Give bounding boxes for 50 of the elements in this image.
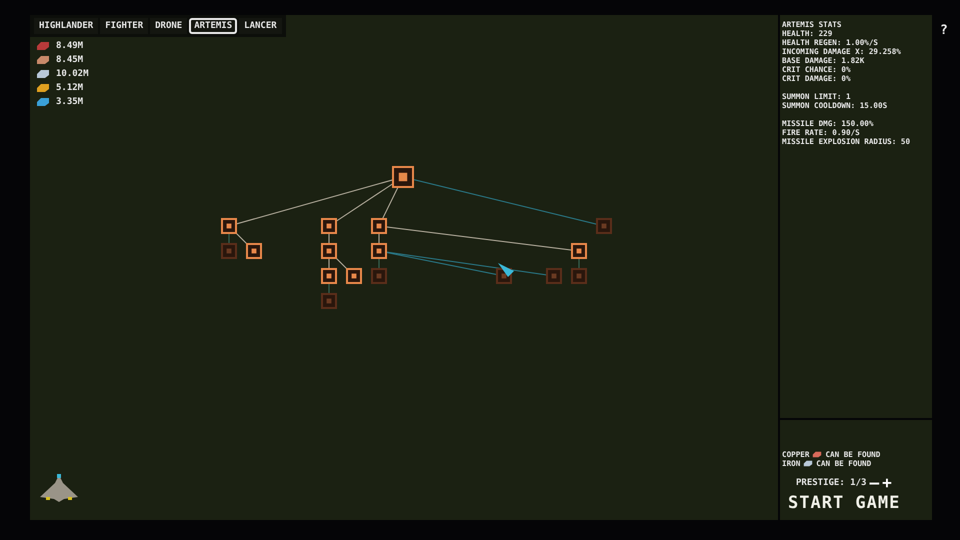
skill-icon	[375, 272, 383, 280]
skill-icon	[600, 222, 608, 230]
resource-amount: 8.45M	[56, 55, 84, 65]
skill-icon	[375, 247, 383, 255]
resource-amount: 5.12M	[56, 83, 84, 93]
skill-node[interactable]	[371, 268, 387, 284]
ship-tab[interactable]: ARTEMIS	[189, 18, 238, 34]
skill-icon	[550, 272, 558, 280]
skill-icon	[325, 297, 333, 305]
start-game-button[interactable]: START GAME	[788, 493, 930, 513]
skill-node[interactable]	[321, 268, 337, 284]
skill-icon	[575, 247, 583, 255]
skill-node[interactable]	[392, 166, 414, 188]
skill-icon	[500, 272, 508, 280]
skill-icon	[325, 247, 333, 255]
decrease-button[interactable]: —	[869, 476, 880, 490]
skill-node[interactable]	[371, 218, 387, 234]
skill-node[interactable]	[596, 218, 612, 234]
increase-button[interactable]: +	[882, 476, 892, 490]
skill-node[interactable]	[321, 243, 337, 259]
skill-icon	[325, 222, 333, 230]
skill-icon	[575, 272, 583, 280]
spaceship-icon	[38, 473, 80, 503]
skill-node[interactable]	[371, 243, 387, 259]
skill-node[interactable]	[321, 218, 337, 234]
prestige-label: PRESTIGE: 1/3	[796, 478, 866, 488]
help-button[interactable]: ?	[940, 23, 948, 540]
skill-node[interactable]	[246, 243, 262, 259]
ship-tab[interactable]: LANCER	[239, 18, 282, 34]
skill-icon	[375, 222, 383, 230]
skill-icon	[396, 170, 410, 184]
skill-icon	[225, 247, 233, 255]
skill-icon	[325, 272, 333, 280]
ship-tab[interactable]: FIGHTER	[100, 18, 148, 34]
ship-tab[interactable]: HIGHLANDER	[34, 18, 98, 34]
cursor-icon	[498, 263, 514, 277]
skill-node[interactable]	[221, 243, 237, 259]
skill-icon	[225, 222, 233, 230]
skill-icon	[350, 272, 358, 280]
resource-amount: 3.35M	[56, 97, 84, 107]
ship-tab[interactable]: DRONE	[150, 18, 188, 34]
skill-node[interactable]	[571, 243, 587, 259]
resource-amount: 10.02M	[56, 69, 89, 79]
skill-node[interactable]	[571, 268, 587, 284]
skill-node[interactable]	[321, 293, 337, 309]
skill-icon	[250, 247, 258, 255]
resource-amount: 8.49M	[56, 41, 84, 51]
skill-node[interactable]	[546, 268, 562, 284]
skill-node[interactable]	[346, 268, 362, 284]
skill-node[interactable]	[221, 218, 237, 234]
